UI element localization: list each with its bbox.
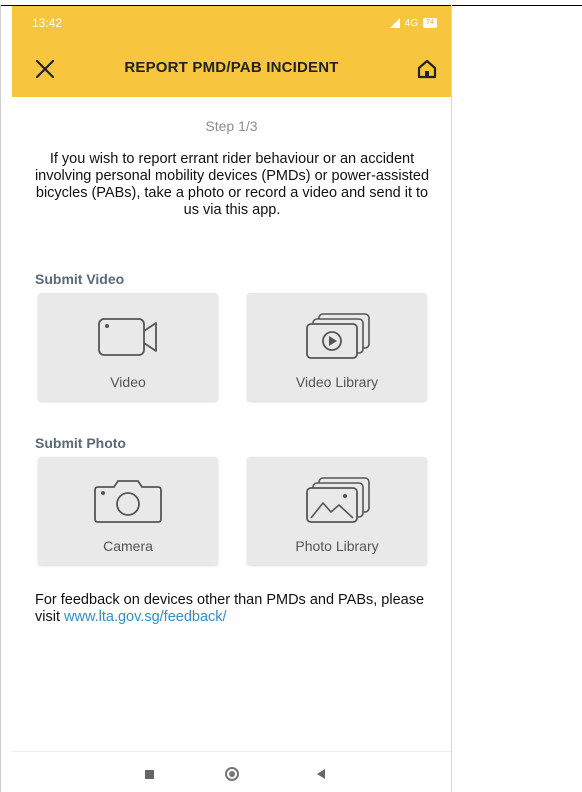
network-type: 4G [404,17,418,29]
signal-icon [389,18,400,28]
camera-button-label: Camera [103,538,153,554]
recents-icon[interactable] [145,770,154,779]
video-button[interactable]: Video [38,293,218,401]
feedback-link[interactable]: www.lta.gov.sg/feedback/ [64,609,227,625]
step-indicator: Step 1/3 [205,118,258,134]
feedback-text: For feedback on devices other than PMDs … [35,592,435,626]
back-icon[interactable] [317,769,325,779]
photo-library-icon [247,475,427,525]
page-title: REPORT PMD/PAB INCIDENT [124,59,339,76]
video-button-label: Video [110,374,146,390]
video-library-button[interactable]: Video Library [247,293,427,401]
home-icon[interactable] [415,57,439,81]
camera-icon [38,475,218,525]
battery-icon: 74 [423,18,437,28]
screenshot-page: 13:42 4G 74 REPORT PMD/PAB INCIDENT Step… [0,0,582,792]
home-button-icon[interactable] [225,767,239,781]
photo-library-button[interactable]: Photo Library [247,457,427,565]
submit-video-heading: Submit Video [35,271,125,287]
submit-photo-heading: Submit Photo [35,435,126,451]
status-time: 13:42 [32,16,63,30]
intro-text: If you wish to report errant rider behav… [34,151,430,218]
camera-button[interactable]: Camera [38,457,218,565]
frame-left-border [0,5,1,792]
app-bar: REPORT PMD/PAB INCIDENT [12,41,451,97]
frame-right-border [451,5,452,792]
video-library-button-label: Video Library [295,374,379,390]
photo-library-button-label: Photo Library [295,538,379,554]
status-bar: 13:42 4G 74 [12,6,451,41]
video-library-icon [247,311,427,361]
system-navigation-bar [12,751,451,792]
video-camera-icon [38,311,218,361]
status-icons: 4G 74 [389,15,437,31]
phone-screen: 13:42 4G 74 REPORT PMD/PAB INCIDENT Step… [12,6,451,792]
